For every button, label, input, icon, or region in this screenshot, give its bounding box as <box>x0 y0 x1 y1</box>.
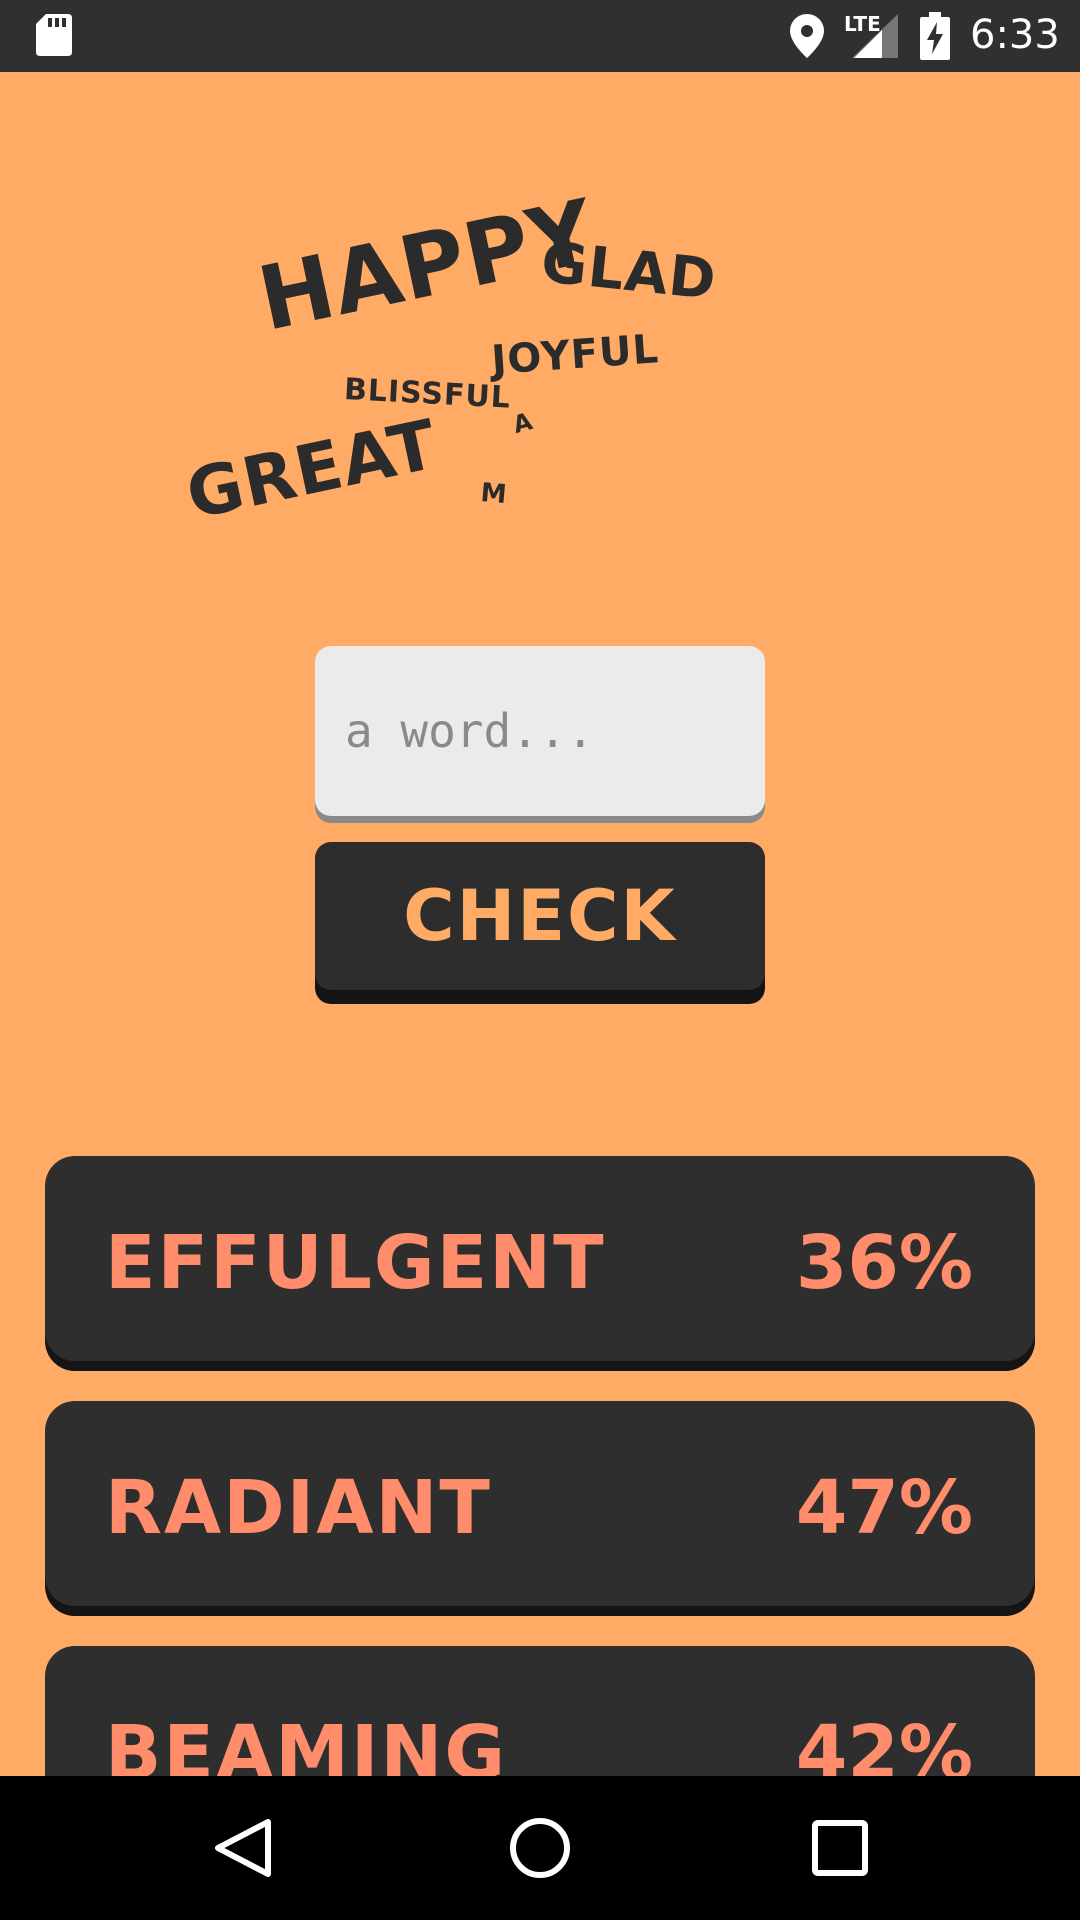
word-input[interactable] <box>315 646 765 816</box>
location-icon <box>790 14 824 58</box>
status-clock: 6:33 <box>970 12 1060 58</box>
result-word: EFFULGENT <box>105 1220 606 1306</box>
cloud-word-a: A <box>510 406 537 440</box>
result-percent: 47% <box>795 1465 973 1551</box>
check-button[interactable]: CHECK <box>315 842 765 990</box>
battery-charging-icon <box>920 12 950 60</box>
cloud-word-glad: GLAD <box>538 230 720 313</box>
result-card[interactable]: EFFULGENT 36% <box>45 1156 1035 1361</box>
result-card[interactable]: RADIANT 47% <box>45 1401 1035 1606</box>
home-icon[interactable] <box>508 1816 572 1880</box>
app-screen: LTE 6:33 HAPPY GLAD JOYFUL BLISSFUL GREA… <box>0 0 1080 1920</box>
navigation-bar <box>0 1776 1080 1920</box>
cloud-word-joyful: JOYFUL <box>490 326 661 384</box>
result-percent: 36% <box>795 1220 973 1306</box>
recent-apps-icon[interactable] <box>810 1818 870 1878</box>
back-icon[interactable] <box>212 1816 274 1880</box>
sd-card-icon <box>36 14 72 56</box>
signal-icon <box>852 14 898 58</box>
status-bar: LTE 6:33 <box>0 0 1080 72</box>
cloud-word-m: M <box>479 478 509 511</box>
cloud-word-great: GREAT <box>180 405 445 536</box>
result-word: RADIANT <box>105 1465 492 1551</box>
